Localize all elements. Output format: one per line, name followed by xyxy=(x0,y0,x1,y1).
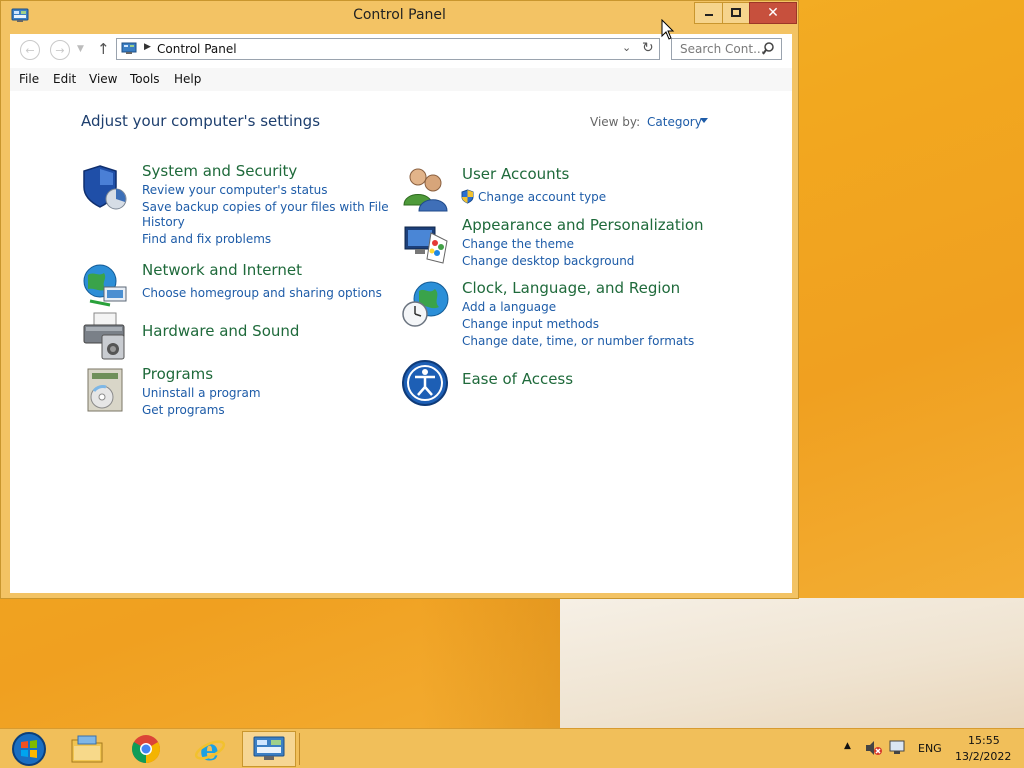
breadcrumb-chevron-right-icon[interactable]: ▶ xyxy=(144,42,151,52)
clock-time[interactable]: 15:55 xyxy=(968,734,1000,747)
taskbar-internet-explorer[interactable]: e xyxy=(183,731,237,767)
close-icon: ✕ xyxy=(767,5,779,21)
view-by-chevron-down-icon[interactable] xyxy=(700,118,708,123)
taskbar-control-panel[interactable] xyxy=(242,731,296,767)
view-by-dropdown[interactable]: Category xyxy=(647,115,702,129)
back-button[interactable]: ← xyxy=(20,40,40,60)
taskbar: e ▲ ENG 15:55 13/2/2022 xyxy=(0,728,1024,768)
recent-pages-chevron-down-icon[interactable]: ▼ xyxy=(77,44,84,54)
control-panel-icon xyxy=(121,42,137,54)
breadcrumb-control-panel[interactable]: Control Panel xyxy=(157,42,237,56)
taskbar-separator xyxy=(299,733,300,765)
internet-explorer-icon: e xyxy=(194,733,226,765)
start-button[interactable] xyxy=(2,731,56,767)
input-language-indicator[interactable]: ENG xyxy=(918,742,942,755)
category-clock-language-and-region[interactable]: Clock, Language, and Region xyxy=(462,279,680,297)
category-system-and-security[interactable]: System and Security xyxy=(142,162,297,180)
refresh-icon[interactable]: ↻ xyxy=(642,40,654,56)
link-homegroup-sharing-options[interactable]: Choose homegroup and sharing options xyxy=(142,285,382,301)
desktop-shadow xyxy=(420,598,580,728)
link-change-desktop-background[interactable]: Change desktop background xyxy=(462,253,634,269)
page-title: Adjust your computer's settings xyxy=(81,112,321,130)
clock-date[interactable]: 13/2/2022 xyxy=(955,750,1011,763)
uac-shield-icon xyxy=(461,189,474,204)
minimize-button[interactable] xyxy=(694,2,723,24)
menu-bar: File Edit View Tools Help xyxy=(10,68,792,91)
category-appearance-and-personalization[interactable]: Appearance and Personalization xyxy=(462,216,704,234)
menu-tools[interactable]: Tools xyxy=(130,72,160,86)
link-change-input-methods[interactable]: Change input methods xyxy=(462,316,599,332)
search-placeholder: Search Cont... xyxy=(680,42,765,56)
mouse-pointer-icon xyxy=(661,19,675,40)
control-panel-icon xyxy=(253,736,285,760)
minimize-icon xyxy=(704,14,713,16)
address-history-chevron-down-icon[interactable]: ⌄ xyxy=(622,41,631,54)
start-orb-icon xyxy=(12,732,46,766)
svg-text:e: e xyxy=(200,733,219,765)
address-bar[interactable]: ▶ Control Panel ⌄ ↻ xyxy=(116,38,660,60)
menu-view[interactable]: View xyxy=(89,72,117,86)
maximize-icon xyxy=(731,8,741,17)
category-hardware-and-sound[interactable]: Hardware and Sound xyxy=(142,322,299,340)
desktop-wallpaper-highlight xyxy=(560,598,1024,728)
programs-disc-icon[interactable] xyxy=(80,365,130,415)
link-change-the-theme[interactable]: Change the theme xyxy=(462,236,574,252)
shield-icon[interactable] xyxy=(80,163,130,213)
window-title: Control Panel xyxy=(353,7,446,23)
category-ease-of-access[interactable]: Ease of Access xyxy=(462,370,573,388)
network-globe-icon[interactable] xyxy=(80,261,130,311)
menu-help[interactable]: Help xyxy=(174,72,201,86)
category-user-accounts[interactable]: User Accounts xyxy=(462,165,569,183)
link-uninstall-a-program[interactable]: Uninstall a program xyxy=(142,385,261,401)
search-input[interactable]: Search Cont... xyxy=(671,38,782,60)
printer-speaker-icon[interactable] xyxy=(80,311,130,361)
close-button[interactable]: ✕ xyxy=(749,2,797,24)
link-add-a-language[interactable]: Add a language xyxy=(462,299,556,315)
category-programs[interactable]: Programs xyxy=(142,365,213,383)
maximize-button[interactable] xyxy=(722,2,750,24)
taskbar-file-explorer[interactable] xyxy=(60,731,114,767)
monitor-palette-icon[interactable] xyxy=(401,219,451,269)
up-button[interactable]: ↑ xyxy=(97,40,110,58)
link-change-date-time-number-formats[interactable]: Change date, time, or number formats xyxy=(462,333,694,349)
menu-file[interactable]: File xyxy=(19,72,39,86)
link-get-programs[interactable]: Get programs xyxy=(142,402,225,418)
search-icon[interactable] xyxy=(762,42,774,56)
link-review-computer-status[interactable]: Review your computer's status xyxy=(142,182,328,198)
forward-button[interactable]: → xyxy=(50,40,70,60)
taskbar-chrome[interactable] xyxy=(119,731,173,767)
title-bar[interactable]: Control Panel ✕ xyxy=(1,1,798,31)
control-panel-window: Control Panel ✕ ← → ▼ ↑ ▶ Control Panel … xyxy=(0,0,799,599)
view-by-label: View by: xyxy=(590,115,641,129)
link-find-and-fix-problems[interactable]: Find and fix problems xyxy=(142,231,271,247)
file-explorer-icon xyxy=(71,735,103,763)
link-change-account-type[interactable]: Change account type xyxy=(478,189,606,205)
volume-muted-icon[interactable] xyxy=(864,740,882,756)
clock-globe-icon[interactable] xyxy=(401,279,451,329)
show-hidden-icons-chevron-up-icon[interactable]: ▲ xyxy=(844,741,851,751)
category-network-and-internet[interactable]: Network and Internet xyxy=(142,261,302,279)
users-icon[interactable] xyxy=(401,163,451,213)
link-save-backup-copies-continued[interactable]: History xyxy=(142,214,185,230)
network-status-icon[interactable] xyxy=(888,739,906,757)
ease-of-access-icon[interactable] xyxy=(401,359,451,409)
chrome-icon xyxy=(132,735,160,763)
link-save-backup-copies[interactable]: Save backup copies of your files with Fi… xyxy=(142,199,389,215)
menu-edit[interactable]: Edit xyxy=(53,72,76,86)
control-panel-content: Adjust your computer's settings View by:… xyxy=(10,91,792,593)
